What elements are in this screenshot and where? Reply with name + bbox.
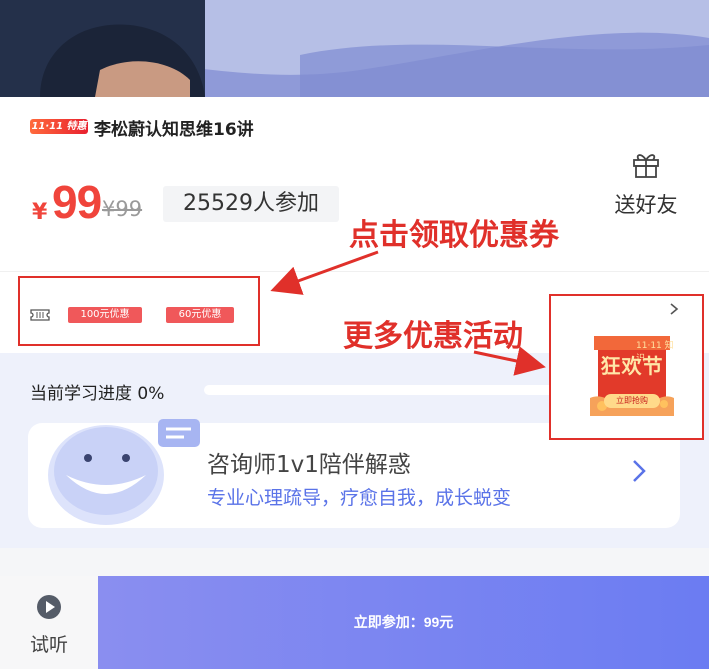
festival-buy-button[interactable]: 立即抢购: [604, 394, 660, 408]
more-promotions-panel[interactable]: 11·11 知识 狂欢节 立即抢购: [549, 294, 704, 440]
chevron-right-icon: [633, 460, 646, 482]
gift-friend-label: 送好友: [614, 193, 678, 217]
more-promo-annotation: 更多优惠活动: [343, 319, 523, 354]
section-divider: [0, 548, 709, 576]
participant-count: 25529人参加: [163, 186, 339, 222]
play-icon: [37, 595, 61, 619]
progress-bar: [204, 385, 564, 395]
course-hero-image: [0, 0, 709, 97]
consultant-subtitle: 专业心理疏导，疗愈自我，成长蜕变: [207, 487, 512, 509]
promo-tag: 11·11 特惠: [30, 119, 88, 134]
festival-title: 狂欢节: [600, 354, 664, 378]
coupon-hint-annotation: 点击领取优惠券: [349, 218, 559, 253]
gift-friend-button[interactable]: 送好友: [605, 149, 687, 219]
whale-mascot-icon: [48, 419, 200, 525]
chevron-right-icon: [670, 303, 679, 315]
coupon-highlight-box: [18, 276, 260, 346]
chat-bubble-icon: [158, 419, 200, 447]
original-price: ¥99: [102, 197, 143, 221]
price: 99: [52, 176, 102, 228]
trial-label: 试听: [29, 634, 68, 656]
consultant-title: 咨询师1v1陪伴解惑: [207, 452, 411, 478]
trial-button[interactable]: 试听: [0, 576, 98, 669]
progress-label: 当前学习进度 0%: [30, 384, 165, 404]
shopping-festival-badge[interactable]: 11·11 知识 狂欢节 立即抢购: [588, 330, 676, 416]
course-title: 李松蔚认知思维16讲: [94, 120, 254, 140]
bottom-action-bar: 试听 立即参加：99元: [0, 576, 709, 669]
join-now-button[interactable]: 立即参加：99元: [98, 576, 709, 669]
gift-icon: [633, 154, 659, 178]
price-symbol: ¥: [32, 200, 48, 225]
